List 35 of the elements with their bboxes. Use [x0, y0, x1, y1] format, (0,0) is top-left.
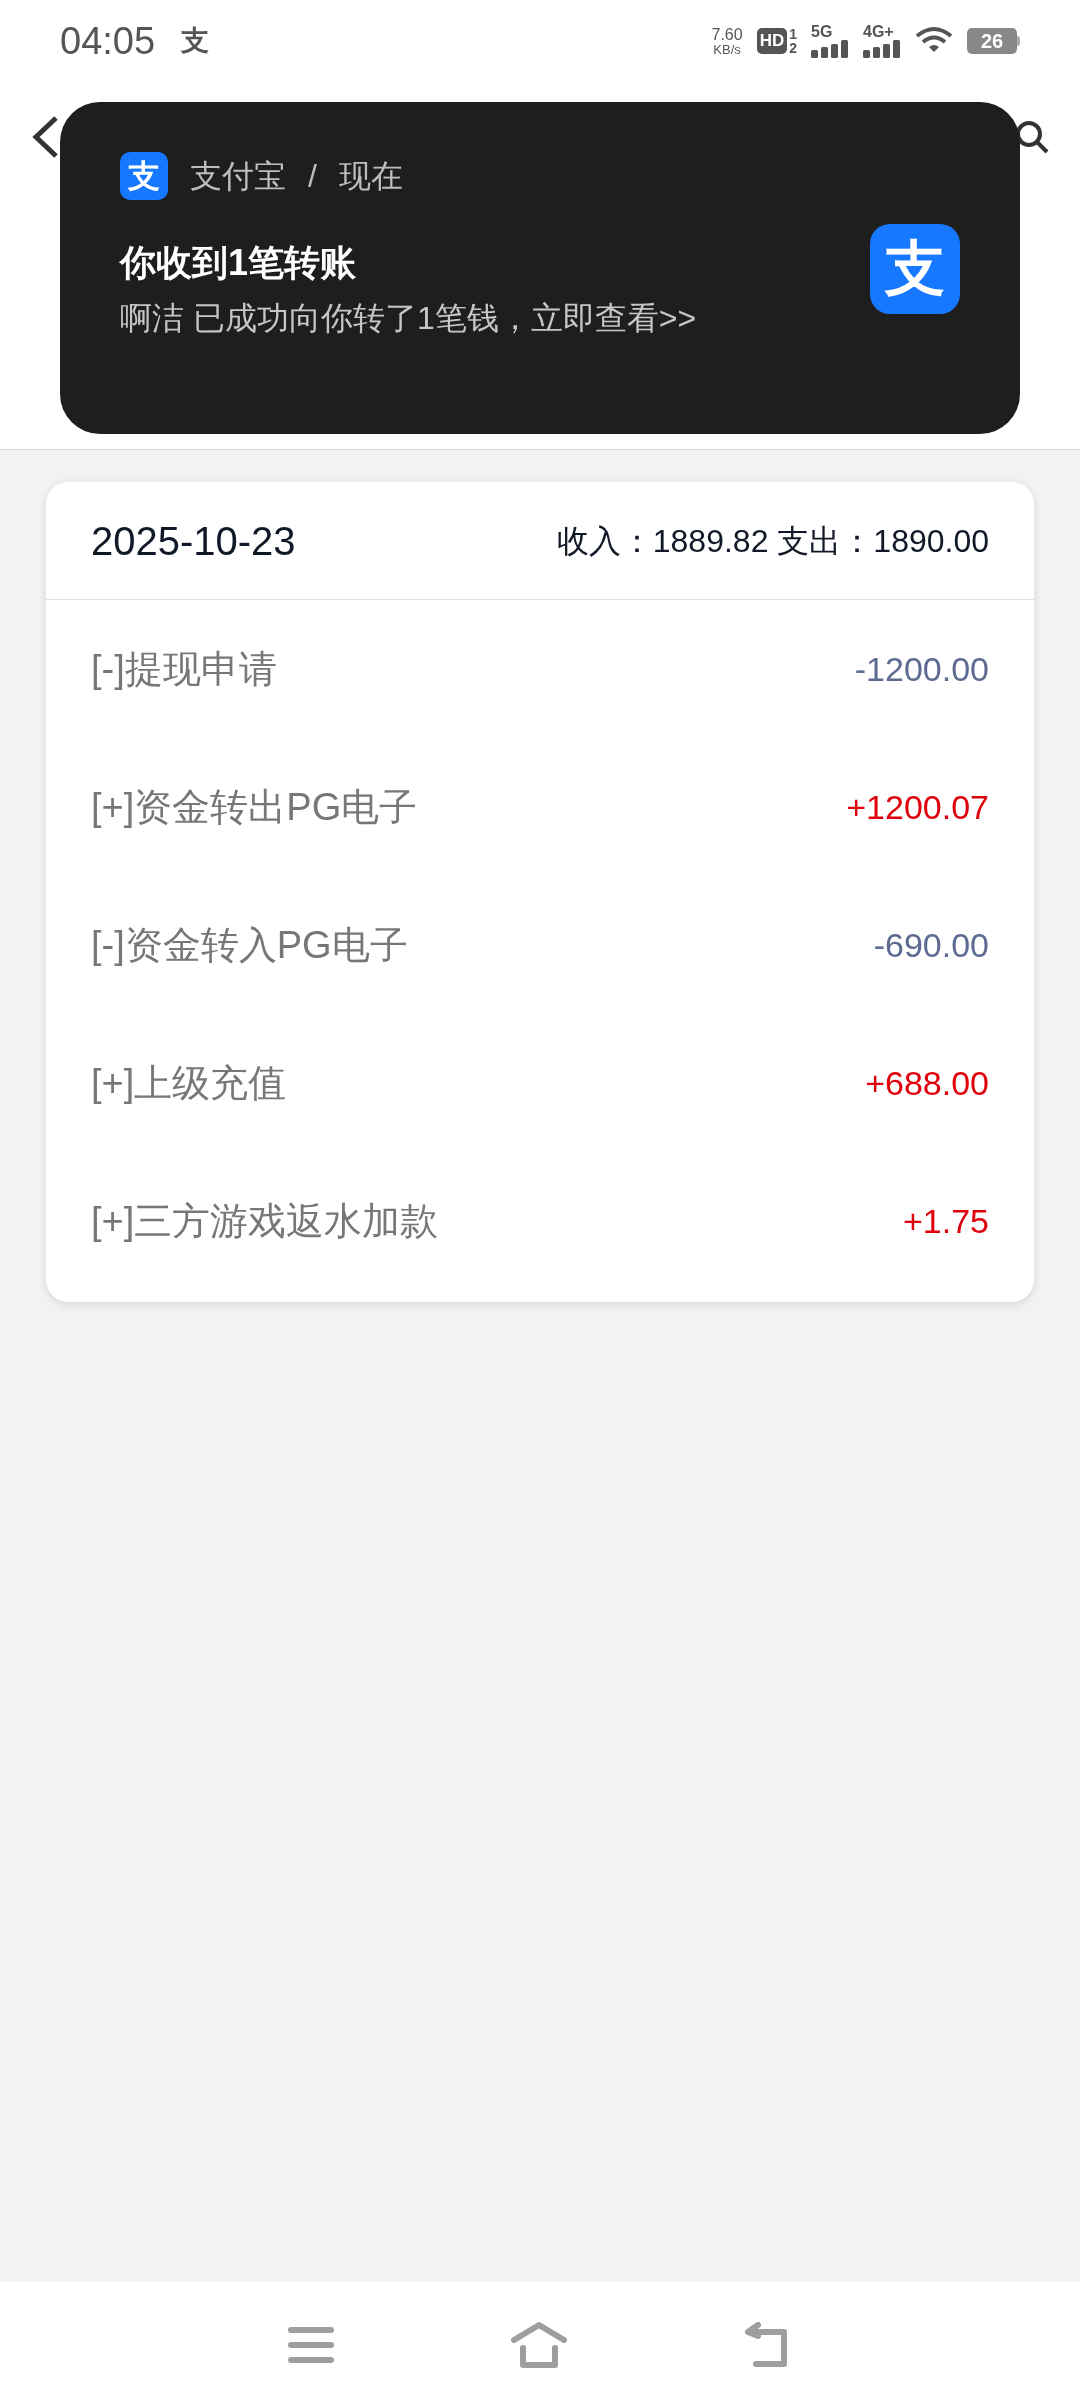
notification-banner[interactable]: 支 支付宝 / 现在 你收到1笔转账 啊洁 已成功向你转了1笔钱，立即查看>> 支: [60, 102, 1020, 434]
notification-title: 你收到1笔转账: [120, 241, 358, 285]
entry-label: [-]提现申请: [91, 646, 277, 692]
hd-badge: HD: [756, 28, 788, 54]
app-name: 支付宝: [190, 157, 286, 196]
battery-indicator: 26: [967, 28, 1020, 54]
notification-time: 现在: [338, 157, 403, 196]
network-type: 5G: [811, 24, 833, 40]
back-icon[interactable]: [30, 114, 60, 160]
date-label: 2025-10-23: [91, 517, 296, 565]
clock: 04:05: [60, 18, 156, 64]
menu-icon[interactable]: [288, 2326, 334, 2364]
entry-label: [+]三方游戏返水加款: [91, 1198, 439, 1244]
sim-number: 2: [789, 41, 797, 55]
app-icon: 支: [120, 152, 168, 200]
entry-label: [+]资金转出PG电子: [91, 784, 418, 830]
entry-amount: +688.00: [865, 1062, 989, 1104]
entry-amount: -1200.00: [854, 648, 989, 690]
entry-amount: -690.00: [873, 924, 989, 966]
network-speed: 7.60: [711, 26, 743, 43]
entry-amount: +1.75: [902, 1200, 989, 1242]
notification-body: 啊洁 已成功向你转了1笔钱，立即查看>>: [120, 299, 698, 338]
day-summary: 收入：1889.82 支出：1890.00: [556, 521, 989, 561]
network-type: 4G+: [863, 24, 894, 40]
entry-amount: +1200.07: [846, 786, 989, 828]
signal-icon: [863, 40, 901, 58]
sim-number: 1: [789, 27, 797, 41]
entry-label: [-]资金转入PG电子: [91, 922, 408, 968]
signal-icon: [811, 40, 849, 58]
separator: /: [308, 157, 317, 196]
app-notification-glyph: 支: [181, 24, 210, 58]
home-icon[interactable]: [510, 2322, 568, 2368]
network-speed-unit: KB/s: [713, 42, 741, 56]
app-icon: 支: [870, 224, 960, 314]
entry-label: [+]上级充值: [91, 1060, 287, 1106]
